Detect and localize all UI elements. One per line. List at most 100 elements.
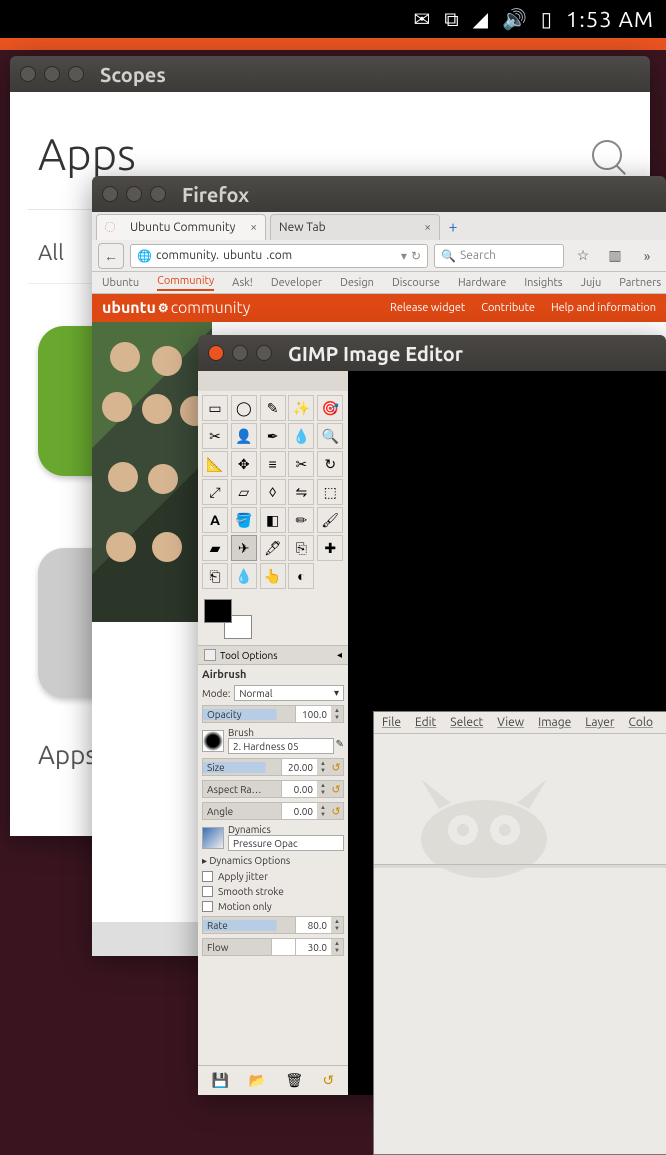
firefox-titlebar[interactable]: Firefox [92, 176, 666, 212]
search-box[interactable]: 🔍 Search [434, 244, 564, 268]
library-icon[interactable]: ▥ [602, 243, 628, 269]
size-slider[interactable]: Size 20.00 ▲▼ ↺ [202, 758, 344, 776]
tool-crop[interactable]: ✂ [288, 451, 314, 477]
delete-preset-icon[interactable]: 🗑 [285, 1072, 303, 1089]
dynamics-preview[interactable] [202, 827, 224, 849]
maximize-button[interactable] [256, 345, 272, 361]
color-swatches[interactable] [198, 593, 348, 645]
minimize-button[interactable] [232, 345, 248, 361]
tool-text[interactable]: A [202, 507, 228, 533]
maximize-button[interactable] [150, 186, 166, 202]
opacity-slider[interactable]: Opacity 100.0 ▲▼ [202, 705, 344, 723]
maximize-button[interactable] [68, 66, 84, 82]
tool-airbrush[interactable]: ✈ [231, 535, 257, 561]
tool-rect-select[interactable]: ▭ [202, 395, 228, 421]
bookmark-item[interactable]: Ask! [232, 277, 253, 289]
apps-tab-all[interactable]: All [38, 240, 64, 265]
aspect-slider[interactable]: Aspect Ra… 0.00 ▲▼ ↺ [202, 780, 344, 798]
flow-slider[interactable]: Flow 30.0 ▲▼ [202, 938, 344, 956]
tool-blur[interactable]: 💧 [231, 563, 257, 589]
tool-by-color[interactable]: 🎯 [317, 395, 343, 421]
site-nav-link[interactable]: Release widget [390, 302, 465, 314]
bookmark-item[interactable]: Ubuntu [102, 277, 139, 289]
reset-preset-icon[interactable]: ↺ [323, 1072, 335, 1089]
menu-select[interactable]: Select [450, 716, 483, 729]
slider-value[interactable]: 0.00 [281, 803, 317, 819]
stepper-icon[interactable]: ▲▼ [331, 940, 343, 954]
browser-tab[interactable]: ◌ Ubuntu Community × [96, 214, 266, 240]
tool-eraser[interactable]: ▰ [202, 535, 228, 561]
tool-scissors[interactable]: ✂ [202, 423, 228, 449]
slider-value[interactable]: 80.0 [295, 917, 331, 933]
tool-cage[interactable]: ⬚ [317, 479, 343, 505]
toolbox-drag-handle[interactable] [198, 371, 348, 391]
slider-value[interactable]: 20.00 [281, 759, 317, 775]
menu-layer[interactable]: Layer [585, 716, 614, 729]
slider-value[interactable]: 30.0 [295, 939, 331, 955]
bookmark-item[interactable]: Juju [581, 277, 602, 289]
edit-brush-icon[interactable]: ✎ [336, 738, 344, 754]
stepper-icon[interactable]: ▲▼ [331, 707, 343, 721]
tool-clone[interactable]: ⎘ [288, 535, 314, 561]
menu-colors[interactable]: Colo [628, 716, 653, 729]
menu-view[interactable]: View [497, 716, 524, 729]
url-bar[interactable]: 🌐 community.ubuntu.com ▾ ↻ [130, 244, 428, 268]
close-tab-icon[interactable]: × [424, 221, 431, 234]
tool-options-header[interactable]: Tool Options ◂ [198, 645, 348, 665]
tool-ellipse-select[interactable]: ◯ [231, 395, 257, 421]
reload-icon[interactable]: ↻ [411, 249, 421, 263]
tool-scale[interactable]: ⤢ [202, 479, 228, 505]
tool-bucket[interactable]: 🪣 [231, 507, 257, 533]
site-nav-link[interactable]: Help and information [551, 302, 656, 314]
stepper-icon[interactable]: ▲▼ [317, 782, 329, 796]
overflow-icon[interactable]: » [634, 243, 660, 269]
dynamics-value[interactable]: Pressure Opac [228, 835, 344, 851]
menu-edit[interactable]: Edit [415, 716, 436, 729]
smooth-stroke-check[interactable]: Smooth stroke [202, 886, 344, 897]
tool-zoom[interactable]: 🔍 [317, 423, 343, 449]
apply-jitter-check[interactable]: Apply jitter [202, 871, 344, 882]
menu-image[interactable]: Image [538, 716, 571, 729]
tool-align[interactable]: ≡ [260, 451, 286, 477]
close-button[interactable] [102, 186, 118, 202]
tool-paths[interactable]: ✒ [260, 423, 286, 449]
bookmark-item[interactable]: Insights [524, 277, 562, 289]
stepper-icon[interactable]: ▲▼ [317, 804, 329, 818]
scopes-titlebar[interactable]: Scopes [10, 56, 650, 92]
bookmark-item[interactable]: Community [157, 275, 214, 291]
tool-foreground[interactable]: 👤 [231, 423, 257, 449]
close-button[interactable] [20, 66, 36, 82]
reset-icon[interactable]: ↺ [329, 783, 343, 796]
slider-value[interactable]: 100.0 [295, 706, 331, 722]
tool-perspective[interactable]: ◊ [260, 479, 286, 505]
search-icon[interactable] [592, 140, 622, 170]
menu-file[interactable]: File [382, 716, 401, 729]
canvas-empty[interactable] [374, 734, 666, 1154]
motion-only-check[interactable]: Motion only [202, 901, 344, 912]
stepper-icon[interactable]: ▲▼ [317, 760, 329, 774]
tool-flip[interactable]: ⇋ [288, 479, 314, 505]
tool-ink[interactable]: 🖋 [260, 535, 286, 561]
rate-slider[interactable]: Rate 80.0 ▲▼ [202, 916, 344, 934]
tool-perspective-clone[interactable]: ⎗ [202, 563, 228, 589]
new-tab-button[interactable]: + [444, 214, 462, 240]
brush-name[interactable]: 2. Hardness 05 [228, 738, 334, 754]
bookmark-item[interactable]: Developer [271, 277, 322, 289]
reset-icon[interactable]: ↺ [329, 805, 343, 818]
tool-rotate[interactable]: ↻ [317, 451, 343, 477]
reset-icon[interactable]: ↺ [329, 761, 343, 774]
bookmark-item[interactable]: Hardware [458, 277, 506, 289]
star-icon[interactable]: ☆ [570, 243, 596, 269]
tool-measure[interactable]: 📐 [202, 451, 228, 477]
close-tab-icon[interactable]: × [250, 221, 257, 234]
tool-pencil[interactable]: ✏ [288, 507, 314, 533]
restore-preset-icon[interactable]: 📂 [249, 1072, 266, 1089]
tab-menu-icon[interactable]: ◂ [337, 649, 342, 661]
browser-tab[interactable]: New Tab × [270, 214, 440, 240]
bookmark-item[interactable]: Partners [619, 277, 661, 289]
fg-color-swatch[interactable] [204, 599, 232, 623]
slider-value[interactable]: 0.00 [281, 781, 317, 797]
back-button[interactable]: ← [98, 243, 124, 269]
site-nav-link[interactable]: Contribute [481, 302, 535, 314]
angle-slider[interactable]: Angle 0.00 ▲▼ ↺ [202, 802, 344, 820]
